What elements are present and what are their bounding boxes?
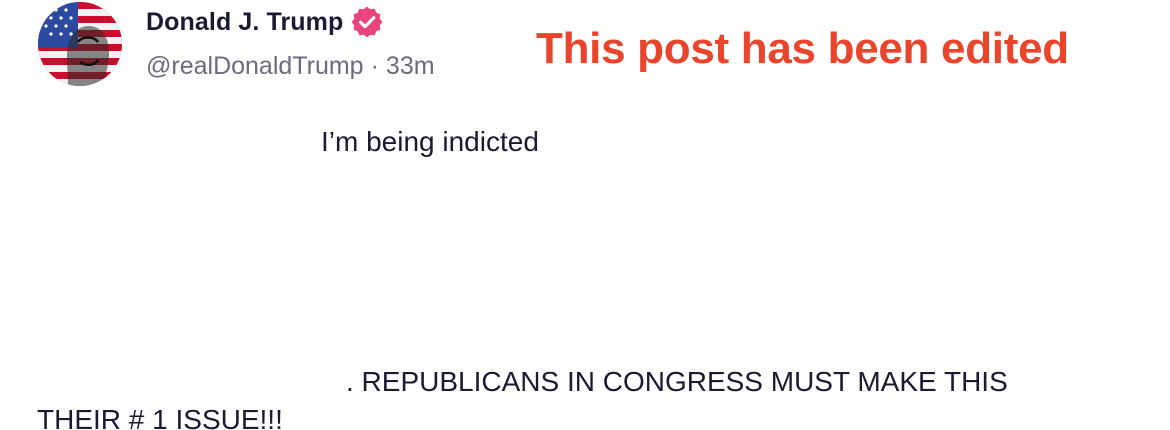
author-name-row: Donald J. Trump: [146, 4, 383, 40]
post-timestamp[interactable]: 33m: [386, 52, 435, 80]
verified-badge-icon: [351, 6, 383, 38]
post-text-line-1: I’m being indicted: [321, 126, 539, 157]
edited-banner: This post has been edited: [536, 24, 1069, 73]
avatar[interactable]: [38, 2, 122, 86]
avatar-flag-portrait: [38, 2, 122, 86]
post-card: Donald J. Trump @realDonaldTrump · 33m Thi…: [0, 0, 1170, 430]
display-name[interactable]: Donald J. Trump: [146, 8, 343, 37]
meta-separator: ·: [370, 52, 379, 80]
post-text-line-2: . REPUBLICANS IN CONGRESS MUST MAKE THIS: [346, 366, 1008, 397]
author-handle[interactable]: @realDonaldTrump: [146, 52, 364, 80]
author-meta: @realDonaldTrump · 33m: [146, 52, 435, 81]
post-text-line-3: THEIR # 1 ISSUE!!!: [37, 404, 283, 430]
